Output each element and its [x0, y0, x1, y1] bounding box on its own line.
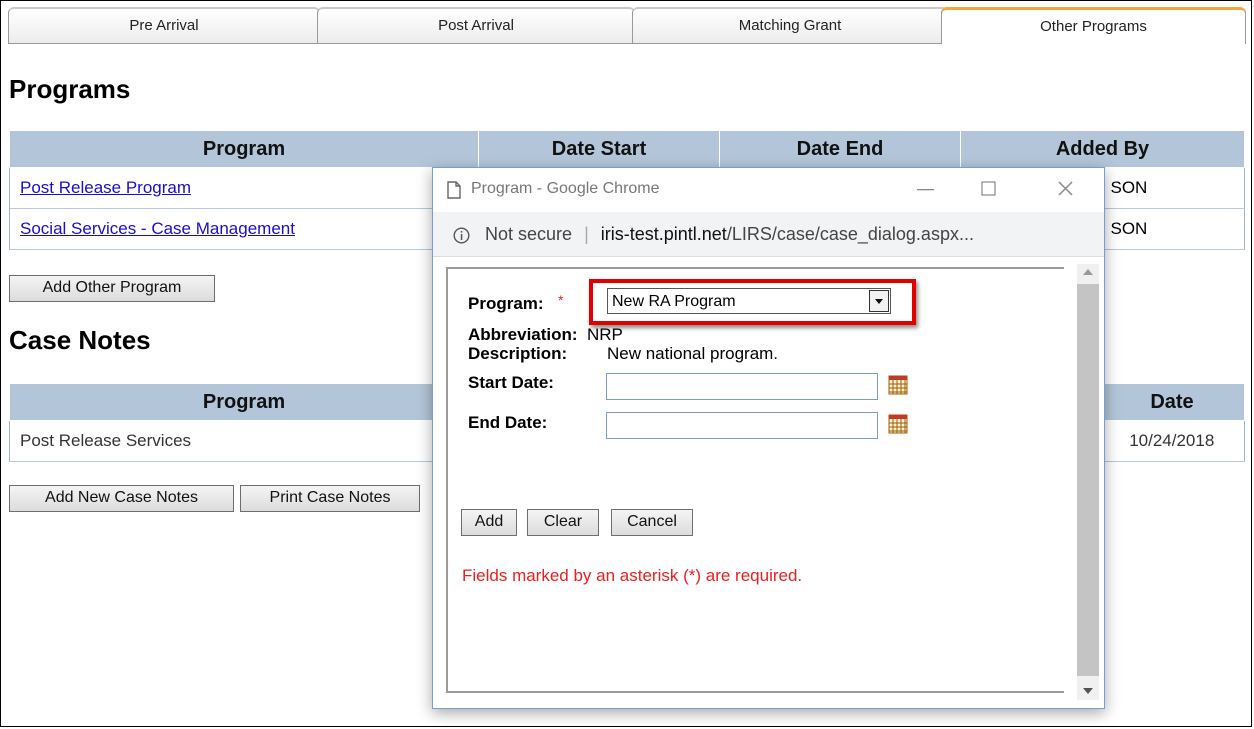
tab-matching-grant[interactable]: Matching Grant	[632, 7, 948, 44]
col-program: Program	[9, 383, 479, 421]
vertical-scrollbar[interactable]	[1077, 264, 1099, 700]
programs-heading: Programs	[9, 74, 131, 104]
scrollbar-thumb[interactable]	[1077, 284, 1099, 676]
tab-post-arrival[interactable]: Post Arrival	[317, 7, 635, 44]
info-icon[interactable]	[453, 227, 470, 244]
program-label: Program:	[468, 294, 544, 313]
add-button[interactable]: Add	[461, 509, 517, 536]
address-bar[interactable]: Not secure | iris-test.pintl.net/LIRS/ca…	[433, 212, 1104, 257]
clear-button[interactable]: Clear	[527, 509, 599, 536]
scroll-down-icon[interactable]	[1083, 687, 1093, 695]
col-date-start: Date Start	[478, 130, 720, 168]
add-other-program-button[interactable]: Add Other Program	[9, 275, 215, 302]
not-secure-label: Not secure	[485, 224, 573, 244]
required-asterisk: *	[558, 292, 564, 308]
col-date: Date	[1099, 383, 1245, 421]
case-note-date: 10/24/2018	[1099, 420, 1245, 462]
minimize-icon[interactable]	[917, 188, 935, 192]
page-icon	[447, 181, 461, 199]
description-label: Description:	[468, 344, 568, 363]
close-icon[interactable]	[1057, 180, 1074, 197]
abbreviation-value: NRP	[587, 325, 623, 344]
required-note: Fields marked by an asterisk (*) are req…	[462, 566, 803, 585]
add-new-case-notes-button[interactable]: Add New Case Notes	[9, 485, 234, 512]
program-dialog-window: Program - Google Chrome Not secure | iri…	[432, 167, 1105, 709]
end-date-label: End Date:	[468, 413, 548, 432]
programs-header-row: Program Date Start Date End Added By	[9, 130, 1245, 168]
col-program: Program	[9, 130, 479, 168]
tab-other-programs[interactable]: Other Programs	[941, 7, 1246, 44]
program-select[interactable]: New RA Program	[607, 288, 891, 314]
window-title: Program - Google Chrome	[471, 180, 660, 197]
case-note-program: Post Release Services	[9, 420, 479, 462]
start-date-label: Start Date:	[468, 373, 554, 392]
program-link[interactable]: Post Release Program	[9, 167, 479, 209]
scroll-up-icon[interactable]	[1083, 268, 1093, 276]
separator: |	[584, 224, 589, 244]
dialog-content: Program: * New RA Program Abbreviation: …	[446, 267, 1064, 693]
address-text: Not secure | iris-test.pintl.net/LIRS/ca…	[485, 224, 974, 245]
program-select-value: New RA Program	[612, 293, 736, 310]
window-titlebar: Program - Google Chrome	[433, 168, 1104, 212]
url-host: iris-test.pintl.net	[600, 224, 727, 244]
chevron-down-icon[interactable]	[869, 290, 889, 312]
program-link[interactable]: Social Services - Case Management	[9, 208, 479, 250]
cancel-button[interactable]: Cancel	[611, 509, 693, 536]
col-added-by: Added By	[960, 130, 1245, 168]
end-date-input[interactable]	[606, 412, 878, 439]
abbreviation-label: Abbreviation:	[468, 325, 578, 344]
start-date-input[interactable]	[606, 373, 878, 400]
tab-pre-arrival[interactable]: Pre Arrival	[8, 7, 320, 44]
url-path: /LIRS/case/case_dialog.aspx...	[726, 224, 974, 244]
description-value: New national program.	[607, 344, 779, 363]
case-notes-heading: Case Notes	[9, 325, 151, 355]
calendar-icon[interactable]	[888, 414, 908, 434]
calendar-icon[interactable]	[888, 375, 908, 395]
print-case-notes-button[interactable]: Print Case Notes	[240, 485, 420, 512]
tab-bar: Pre Arrival Post Arrival Matching Grant …	[8, 7, 1246, 45]
col-date-end: Date End	[719, 130, 961, 168]
maximize-icon[interactable]	[981, 181, 997, 197]
